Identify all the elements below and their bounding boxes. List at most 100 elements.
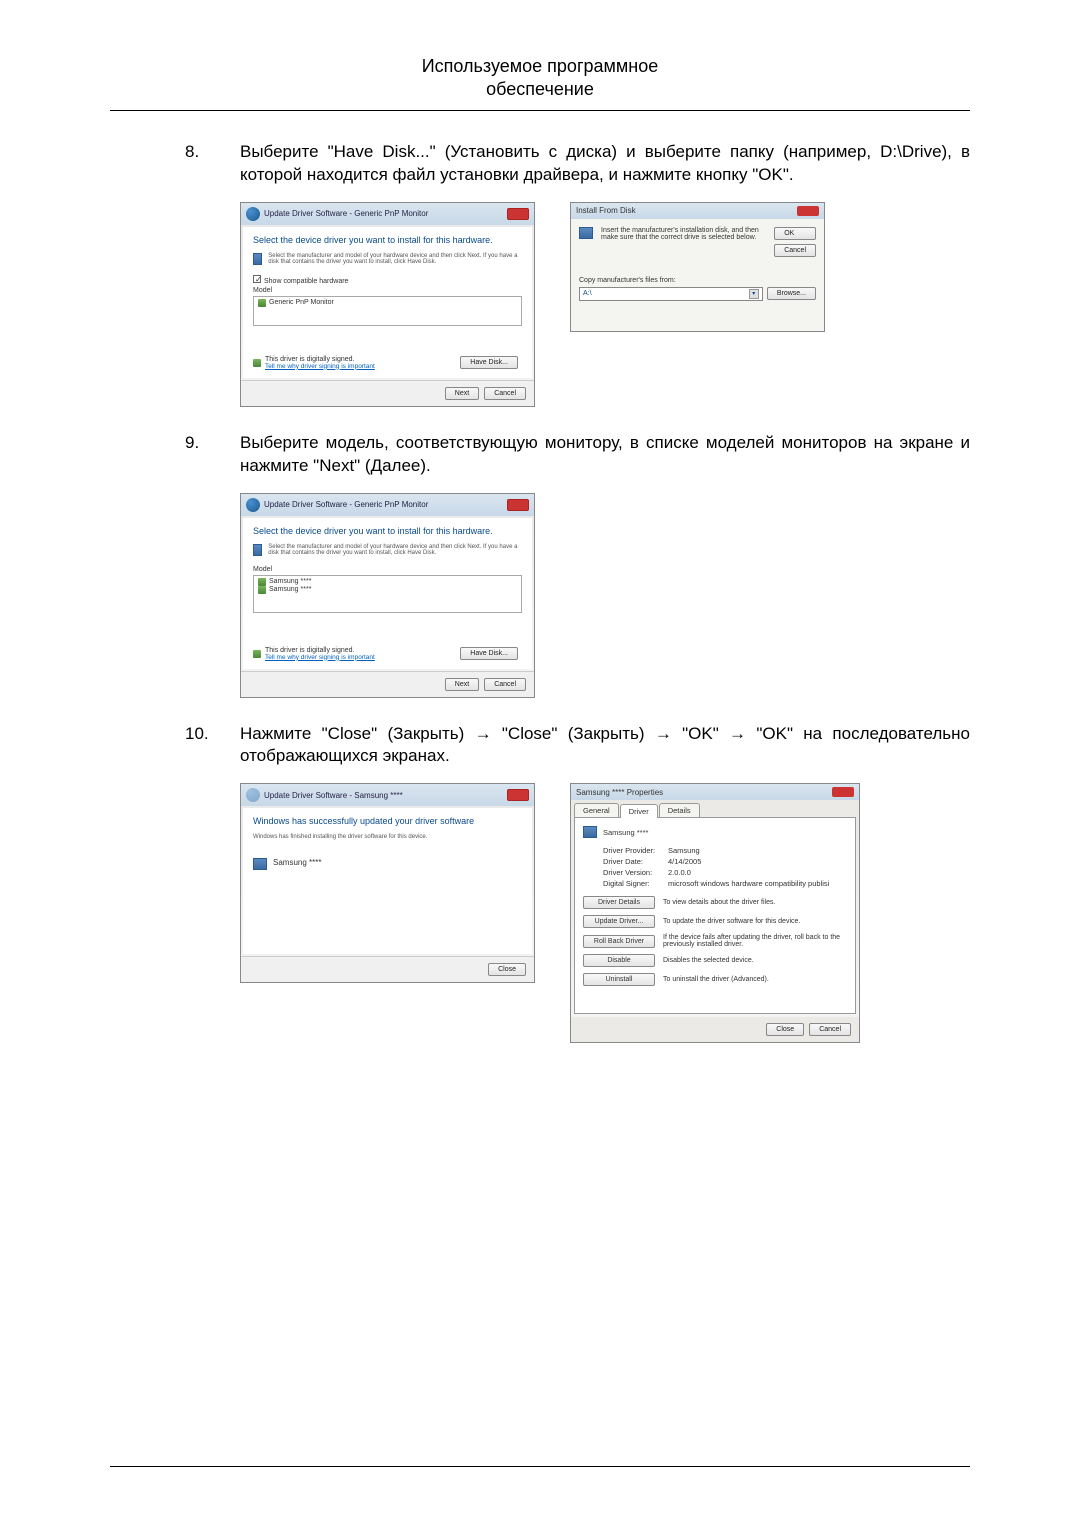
model-listbox[interactable]: Samsung **** Samsung **** xyxy=(253,575,522,613)
copy-from-label: Copy manufacturer's files from: xyxy=(579,277,816,284)
chevron-down-icon[interactable]: ▾ xyxy=(749,289,759,299)
wizard-title: Update Driver Software - Samsung **** xyxy=(264,791,403,800)
monitor-icon xyxy=(253,253,262,265)
wizard-body: Windows has successfully updated your dr… xyxy=(243,808,532,954)
list-item[interactable]: Generic PnP Monitor xyxy=(258,299,517,307)
next-button[interactable]: Next xyxy=(445,678,479,691)
back-icon[interactable] xyxy=(246,207,260,221)
rollback-driver-desc: If the device fails after updating the d… xyxy=(663,934,847,948)
model-label: Model xyxy=(253,287,522,294)
signing-link[interactable]: Tell me why driver signing is important xyxy=(265,654,375,661)
dialog-title: Install From Disk xyxy=(576,206,636,215)
close-icon[interactable] xyxy=(832,787,854,797)
wizard-have-disk: Update Driver Software - Generic PnP Mon… xyxy=(240,202,535,407)
wizard-heading: Select the device driver you want to ins… xyxy=(253,235,522,245)
close-icon[interactable] xyxy=(797,206,819,216)
shield-icon xyxy=(258,299,266,307)
driver-details-button[interactable]: Driver Details xyxy=(583,896,655,909)
signing-link[interactable]: Tell me why driver signing is important xyxy=(265,363,375,370)
wizard-subtext: Select the manufacturer and model of you… xyxy=(268,544,522,556)
step-number: 9. xyxy=(110,432,240,478)
uninstall-desc: To uninstall the driver (Advanced). xyxy=(663,976,847,983)
tab-driver[interactable]: Driver xyxy=(620,804,658,818)
wizard-subtext: Select the manufacturer and model of you… xyxy=(268,253,522,265)
cancel-button[interactable]: Cancel xyxy=(809,1023,851,1036)
wizard-body: Select the device driver you want to ins… xyxy=(243,227,532,378)
disable-button[interactable]: Disable xyxy=(583,954,655,967)
device-name: Samsung **** xyxy=(603,828,648,837)
wizard-subtext-row: Select the manufacturer and model of you… xyxy=(253,253,522,275)
signed-row: This driver is digitally signed. Tell me… xyxy=(253,647,522,661)
provider-label: Driver Provider: xyxy=(603,846,668,855)
step-9-screenshots: Update Driver Software - Generic PnP Mon… xyxy=(240,493,970,698)
wizard-body: Select the device driver you want to ins… xyxy=(243,518,532,669)
cancel-button[interactable]: Cancel xyxy=(484,678,526,691)
shield-icon xyxy=(253,359,261,367)
close-icon[interactable] xyxy=(507,208,529,220)
show-compatible-checkbox[interactable]: ✓Show compatible hardware xyxy=(253,275,522,285)
wizard-success: Update Driver Software - Samsung **** Wi… xyxy=(240,783,535,983)
close-button[interactable]: Close xyxy=(766,1023,804,1036)
back-icon xyxy=(246,788,260,802)
footer-rule xyxy=(110,1466,970,1467)
list-item[interactable]: Samsung **** xyxy=(258,586,517,594)
next-button[interactable]: Next xyxy=(445,387,479,400)
disable-desc: Disables the selected device. xyxy=(663,957,847,964)
install-from-disk-dialog: Install From Disk Insert the manufacture… xyxy=(570,202,825,332)
ok-button[interactable]: OK xyxy=(774,227,816,240)
monitor-icon xyxy=(583,826,597,838)
device-name: Samsung **** xyxy=(273,858,321,867)
instruction-step-9: 9. Выберите модель, соответствующую мони… xyxy=(110,432,970,478)
instruction-step-8: 8. Выберите "Have Disk..." (Установить с… xyxy=(110,141,970,187)
update-driver-button[interactable]: Update Driver... xyxy=(583,915,655,928)
path-combo[interactable]: A:\ ▾ xyxy=(579,287,763,301)
cancel-button[interactable]: Cancel xyxy=(774,244,816,257)
cancel-button[interactable]: Cancel xyxy=(484,387,526,400)
wizard-select-model: Update Driver Software - Generic PnP Mon… xyxy=(240,493,535,698)
monitor-icon xyxy=(253,858,267,870)
step-10-screenshots: Update Driver Software - Samsung **** Wi… xyxy=(240,783,970,1043)
step-text: Выберите "Have Disk..." (Установить с ди… xyxy=(240,141,970,187)
step-text: Выберите модель, соответствующую монитор… xyxy=(240,432,970,478)
step-number: 8. xyxy=(110,141,240,187)
instruction-list: 8. Выберите "Have Disk..." (Установить с… xyxy=(110,141,970,1044)
dialog-text: Insert the manufacturer's installation d… xyxy=(601,227,766,241)
list-item[interactable]: Samsung **** xyxy=(258,578,517,586)
uninstall-button[interactable]: Uninstall xyxy=(583,973,655,986)
wizard-footer: Close xyxy=(241,956,534,982)
properties-dialog: Samsung **** Properties General Driver D… xyxy=(570,783,860,1043)
tab-details[interactable]: Details xyxy=(659,803,700,817)
shield-icon xyxy=(253,650,261,658)
browse-button[interactable]: Browse... xyxy=(767,287,816,300)
header-line2: обеспечение xyxy=(110,78,970,101)
signer-value: microsoft windows hardware compatibility… xyxy=(668,879,829,888)
wizard-titlebar: Update Driver Software - Generic PnP Mon… xyxy=(241,494,534,516)
have-disk-button[interactable]: Have Disk... xyxy=(460,356,518,369)
close-button[interactable]: Close xyxy=(488,963,526,976)
wizard-title: Update Driver Software - Generic PnP Mon… xyxy=(264,500,428,509)
tab-strip: General Driver Details xyxy=(571,800,859,817)
dialog-title: Samsung **** Properties xyxy=(576,788,663,797)
rollback-driver-button[interactable]: Roll Back Driver xyxy=(583,935,655,948)
have-disk-button[interactable]: Have Disk... xyxy=(460,647,518,660)
wizard-titlebar: Update Driver Software - Generic PnP Mon… xyxy=(241,203,534,225)
step-number: 10. xyxy=(110,723,240,769)
date-value: 4/14/2005 xyxy=(668,857,701,866)
disk-icon xyxy=(579,227,593,239)
dialog-titlebar: Samsung **** Properties xyxy=(571,784,859,800)
properties-body: Samsung **** Driver Provider:Samsung Dri… xyxy=(574,817,856,1014)
close-icon[interactable] xyxy=(507,499,529,511)
close-icon[interactable] xyxy=(507,789,529,801)
signed-text: This driver is digitally signed. xyxy=(265,647,375,654)
signed-text: This driver is digitally signed. xyxy=(265,356,375,363)
date-label: Driver Date: xyxy=(603,857,668,866)
monitor-icon xyxy=(253,544,262,556)
back-icon[interactable] xyxy=(246,498,260,512)
instruction-step-10: 10. Нажмите "Close" (Закрыть) → "Close" … xyxy=(110,723,970,769)
shield-icon xyxy=(258,586,266,594)
wizard-title: Update Driver Software - Generic PnP Mon… xyxy=(264,209,428,218)
tab-general[interactable]: General xyxy=(574,803,619,817)
header-line1: Используемое программное xyxy=(110,55,970,78)
model-listbox[interactable]: Generic PnP Monitor xyxy=(253,296,522,326)
step-8-screenshots: Update Driver Software - Generic PnP Mon… xyxy=(240,202,970,407)
